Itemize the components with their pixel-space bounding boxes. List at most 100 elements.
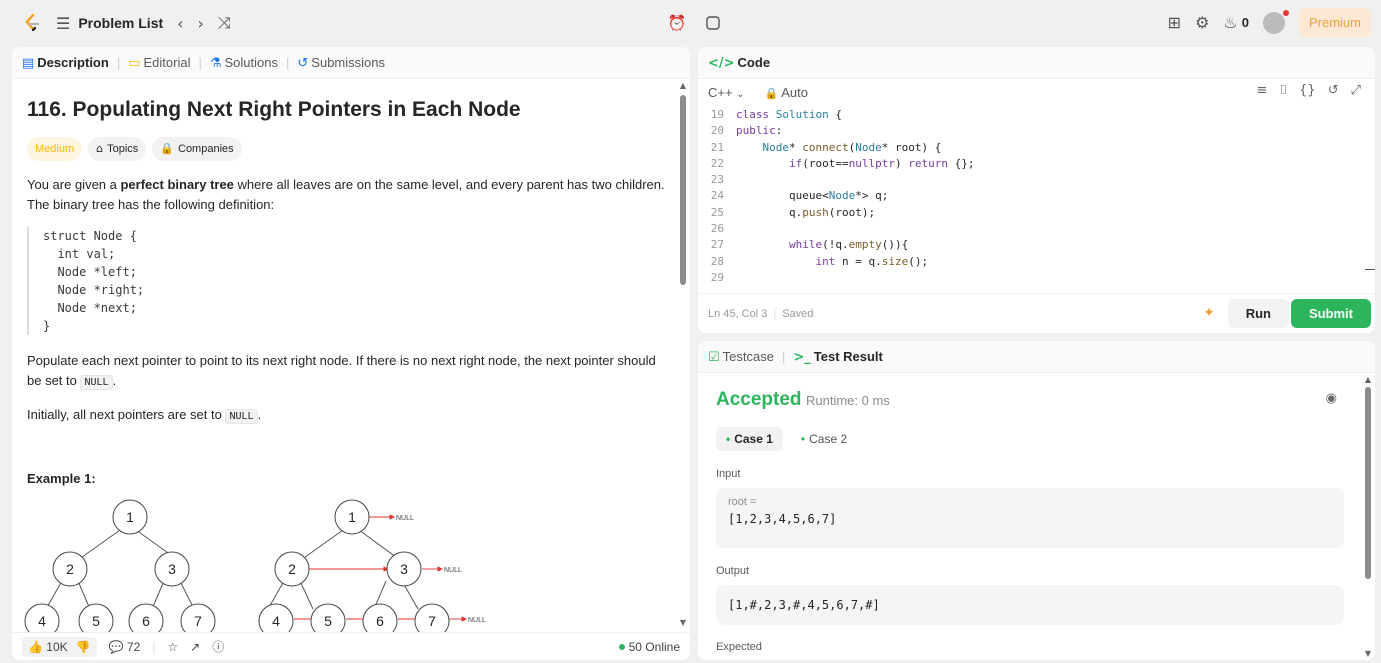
run-button[interactable]: Run (1227, 299, 1289, 328)
book-icon: ▭ (128, 55, 141, 71)
like-dislike-group: 👍 10K 👎 (22, 636, 97, 657)
tree-node: 1 (348, 509, 356, 525)
code-text: queue<Node*> q; (736, 189, 889, 203)
scroll-up-arrow-icon[interactable]: ▲ (1365, 375, 1371, 384)
leetcode-logo-icon[interactable] (24, 13, 42, 33)
null-label: NULL (396, 515, 414, 522)
code-text: public: (736, 124, 783, 138)
checkbox-icon: ☑ (708, 349, 720, 365)
code-line[interactable]: 28 int n = q.size(); (698, 254, 1362, 270)
code-line[interactable]: 24 queue<Node*> q; (698, 188, 1362, 204)
tree-node: 7 (194, 613, 202, 629)
online-count: 50 Online (619, 640, 680, 654)
expected-label: Expected (716, 641, 762, 653)
reset-icon[interactable]: ↺ (1328, 83, 1339, 98)
scroll-down-arrow-icon[interactable]: ▼ (1365, 649, 1371, 658)
line-number: 25 (710, 205, 724, 219)
tree-node: 4 (38, 613, 46, 629)
star-icon[interactable]: ☆ (167, 640, 178, 654)
language-select[interactable]: C++ ⌄ (708, 85, 745, 100)
tree-node: 2 (66, 561, 74, 577)
problem-list-button[interactable]: ☰ Problem List (56, 14, 163, 33)
format-icon[interactable]: ≡ (1256, 83, 1267, 98)
difficulty-badge[interactable]: Medium (27, 137, 83, 161)
code-line[interactable]: 29 (698, 270, 1362, 286)
tree-node: 3 (168, 561, 176, 577)
verdict-status: Accepted (716, 389, 802, 410)
comments-button[interactable]: 💬 72 (109, 640, 141, 654)
eye-icon[interactable]: ◉ (1326, 391, 1337, 406)
chevron-left-icon[interactable]: ‹ (177, 14, 183, 33)
result-panel: ☑ Testcase | >_ Test Result Accepted Runti… (698, 341, 1375, 660)
tab-submissions[interactable]: ↺ Submissions (297, 55, 385, 71)
line-number: 24 (710, 189, 724, 203)
struct-definition: struct Node { int val; Node *left; Node … (27, 227, 667, 335)
code-line[interactable]: 25 q.push(root); (698, 205, 1362, 221)
scroll-up-arrow-icon[interactable]: ▲ (680, 81, 686, 90)
null-label: NULL (444, 567, 462, 574)
share-icon[interactable]: ↗ (190, 640, 200, 654)
braces-icon[interactable]: {} (1299, 83, 1316, 98)
line-number: 23 (710, 173, 724, 187)
output-value: [1,#,2,3,#,4,5,6,7,#] (728, 598, 880, 612)
document-icon: ▤ (22, 55, 35, 71)
tab-test-result[interactable]: >_ Test Result (793, 349, 883, 365)
code-line[interactable]: 26 (698, 221, 1362, 237)
line-number: 22 (710, 156, 724, 170)
debug-icon[interactable]: ✦ (1203, 305, 1215, 321)
grid-icon[interactable]: ⊞ (1168, 13, 1181, 32)
code-text: while(!q.empty()){ (788, 238, 909, 252)
code-editor[interactable]: 19 class Solution {20 public: 21 Node* conn… (698, 107, 1362, 286)
tree-node: 7 (428, 613, 436, 629)
case-tab-1[interactable]: • Case 1 (716, 427, 783, 451)
input-variable: root = (728, 496, 757, 508)
tab-testcase[interactable]: ☑ Testcase (708, 349, 774, 365)
code-line[interactable]: 21 Node* connect(Node* root) { (698, 140, 1362, 156)
bookmark-icon[interactable]: ⌷ (1279, 83, 1287, 98)
gear-icon[interactable]: ⚙ (1195, 13, 1209, 32)
line-number: 28 (710, 254, 724, 268)
code-panel: </> Code C++ ⌄ 🔒 Auto ≡ ⌷ {} ↺ ⤢ 19 class … (698, 47, 1375, 333)
tab-code[interactable]: </> Code (708, 55, 770, 71)
shuffle-icon[interactable]: ⤨ (218, 13, 231, 33)
avatar[interactable] (1262, 9, 1289, 34)
code-line[interactable]: 23 (698, 172, 1362, 188)
code-line[interactable]: 20 public: (698, 123, 1362, 139)
result-scrollbar[interactable] (1365, 387, 1371, 579)
code-line[interactable]: 22 if(root==nullptr) return {}; (698, 156, 1362, 172)
tab-description[interactable]: ▤ Description (22, 55, 109, 71)
description-scrollbar[interactable] (680, 95, 686, 285)
thumbs-down-icon[interactable]: 👎 (76, 640, 91, 654)
tab-editorial[interactable]: ▭ Editorial (128, 55, 190, 71)
notes-icon[interactable] (702, 12, 724, 34)
example-heading: Example 1: (27, 471, 96, 486)
code-line[interactable]: 19 class Solution { (698, 107, 1362, 123)
code-icon: </> (708, 55, 735, 71)
chevron-down-icon: ⌄ (736, 88, 745, 100)
chevron-right-icon[interactable]: › (198, 14, 204, 33)
history-icon: ↺ (297, 55, 309, 71)
submit-button[interactable]: Submit (1290, 299, 1371, 328)
problem-list-label: Problem List (78, 15, 164, 31)
description-tabs: ▤ Description | ▭ Editorial | ⚗ Solutions |… (12, 47, 690, 79)
expand-icon[interactable]: ⤢ (1351, 83, 1361, 98)
output-box: [1,#,2,3,#,4,5,6,7,#] (716, 585, 1344, 625)
alarm-clock-icon[interactable]: ⏰ (666, 12, 688, 34)
problem-description: 116. Populating Next Right Pointers in E… (27, 97, 667, 489)
code-text: class Solution { (736, 108, 842, 121)
help-icon[interactable]: ⓘ (212, 638, 224, 655)
case-tab-2[interactable]: • Case 2 (791, 427, 857, 451)
premium-button[interactable]: Premium (1298, 8, 1371, 37)
editor-scroll-mark (1365, 269, 1375, 270)
streak-counter[interactable]: ♨ 0 (1223, 13, 1249, 32)
scroll-down-arrow-icon[interactable]: ▼ (680, 618, 686, 627)
auto-mode-toggle[interactable]: 🔒 Auto (765, 85, 808, 100)
tree-node: 4 (272, 613, 280, 629)
code-line[interactable]: 27 while(!q.empty()){ (698, 237, 1362, 253)
like-button[interactable]: 👍 10K (28, 640, 68, 654)
paragraph-populate: Populate each next pointer to point to i… (27, 353, 656, 390)
companies-badge[interactable]: 🔒 Companies (152, 137, 242, 161)
line-number: 27 (710, 238, 724, 252)
topics-badge[interactable]: ⌂ Topics (88, 137, 147, 161)
tab-solutions[interactable]: ⚗ Solutions (210, 55, 278, 71)
